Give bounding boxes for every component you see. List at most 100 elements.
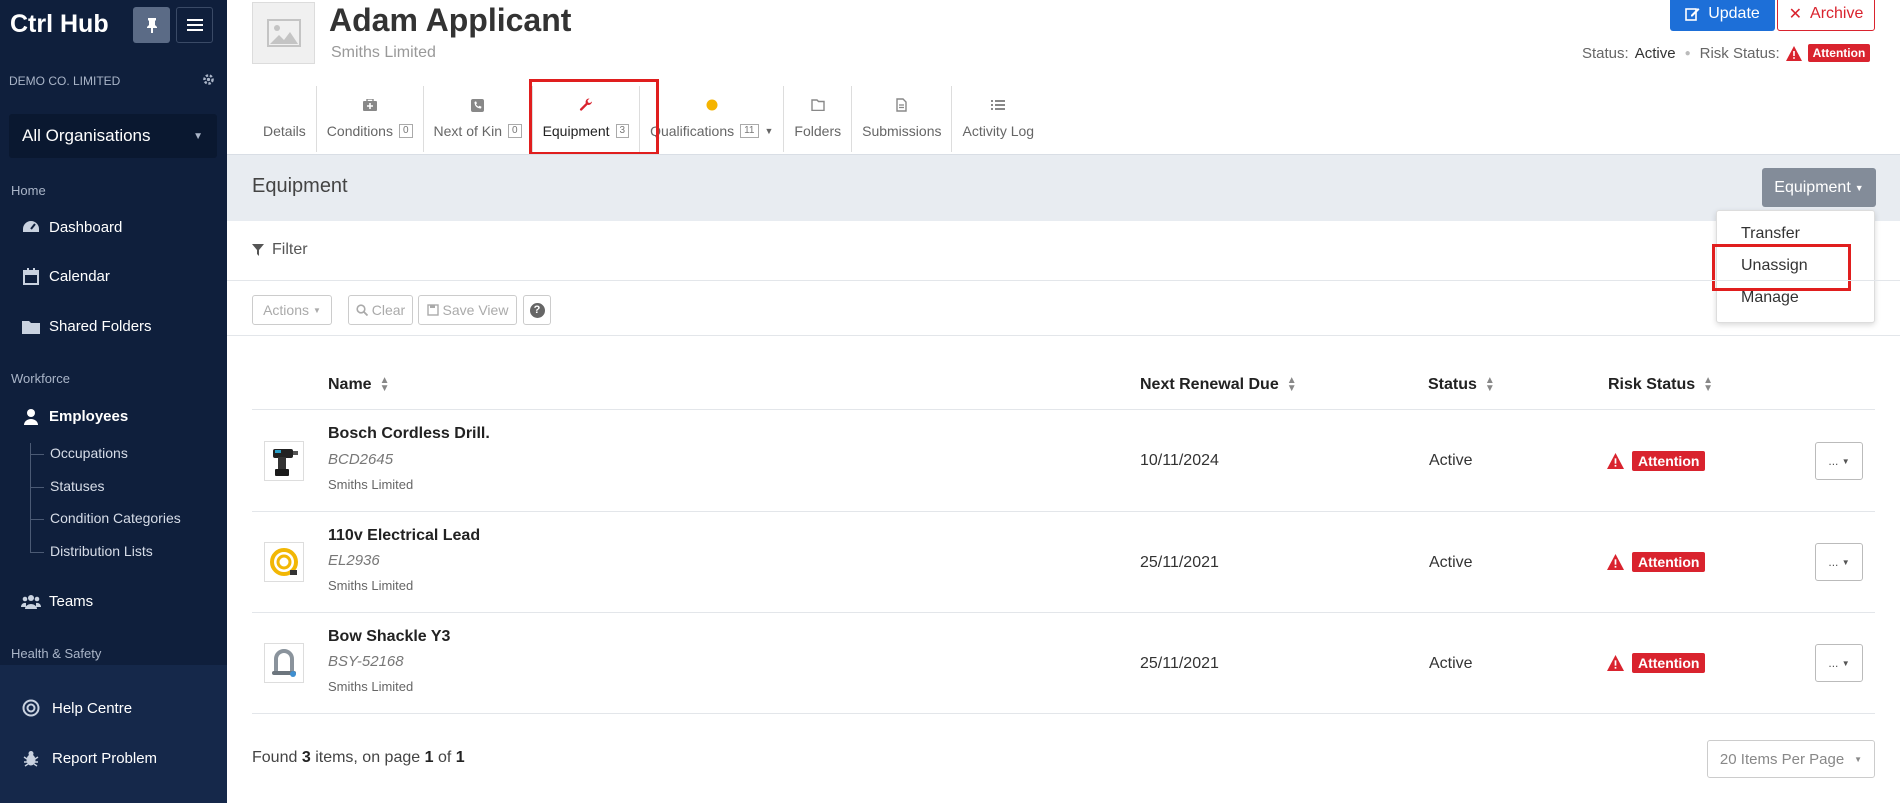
organisation-select[interactable]: All Organisations ▼ [9, 114, 217, 158]
image-placeholder-icon [266, 19, 301, 47]
caret-down-icon: ▼ [1841, 557, 1850, 567]
nav-statuses[interactable]: Statuses [50, 478, 104, 494]
folder-icon [20, 317, 42, 335]
clear-button[interactable]: Clear [348, 295, 413, 325]
status-label: Status: [1582, 44, 1629, 62]
equipment-code: BCD2645 [328, 451, 394, 468]
equipment-thumbnail[interactable] [264, 542, 304, 582]
pin-icon [146, 18, 157, 33]
equipment-thumbnail[interactable] [264, 441, 304, 481]
tree-tick [30, 552, 44, 553]
equipment-company: Smiths Limited [328, 477, 414, 492]
menu-item-manage[interactable]: Manage [1741, 289, 1799, 307]
section-header-band [227, 154, 1900, 221]
menu-item-transfer[interactable]: Transfer [1741, 225, 1800, 243]
cable-reel-icon [270, 548, 298, 576]
equipment-thumbnail[interactable] [264, 643, 304, 683]
tab-folders[interactable]: Folders [783, 86, 851, 152]
org-settings-gear-icon[interactable] [202, 73, 215, 91]
update-button-label: Update [1708, 4, 1760, 22]
sort-icon: ▲ ▼ [1286, 375, 1297, 394]
tab-activity-log[interactable]: Activity Log [951, 86, 1044, 152]
tab-qualifications[interactable]: Qualifications 11 ▼ [639, 86, 783, 152]
risk-status: Attention [1607, 653, 1706, 673]
count-badge: 0 [398, 124, 413, 138]
nav-help-centre[interactable]: Help Centre [20, 699, 132, 717]
filter-label: Filter [272, 241, 308, 258]
brand-logo[interactable]: Ctrl Hub [10, 10, 109, 39]
status-value: Active [1429, 452, 1473, 469]
sort-icon: ▲ ▼ [1703, 375, 1714, 394]
warning-icon [1785, 45, 1802, 61]
row-actions-button[interactable]: ... ▼ [1815, 644, 1863, 682]
help-button[interactable]: ? [523, 295, 551, 325]
nav-shared-folders-label: Shared Folders [49, 317, 152, 335]
count-badge: 0 [508, 124, 522, 138]
shackle-icon [272, 649, 296, 677]
nav-help-centre-label: Help Centre [52, 699, 133, 717]
chevron-down-icon: ▼ [193, 130, 203, 142]
update-button[interactable]: Update [1670, 0, 1775, 31]
tree-tick [30, 487, 44, 488]
nav-teams[interactable]: Teams [20, 592, 93, 610]
section-title: Equipment [252, 175, 348, 197]
warning-icon [1607, 554, 1624, 570]
menu-item-unassign[interactable]: Unassign [1741, 257, 1808, 275]
section-label-health-safety: Health & Safety [11, 646, 102, 661]
tab-details[interactable]: Details [253, 86, 316, 152]
column-header-next-renewal-due[interactable]: Next Renewal Due ▲ ▼ [1140, 376, 1297, 394]
nav-dashboard[interactable]: Dashboard [20, 218, 122, 236]
column-header-name[interactable]: Name ▲ ▼ [328, 376, 389, 394]
status-value: Active [1429, 655, 1473, 672]
nav-employees[interactable]: Employees [20, 407, 128, 425]
renewal-date: 10/11/2024 [1140, 452, 1219, 469]
pin-button[interactable] [133, 7, 170, 43]
section-label-workforce: Workforce [11, 371, 70, 386]
tab-submissions[interactable]: Submissions [851, 86, 951, 152]
document-icon [896, 94, 907, 116]
table-row-divider [252, 511, 1875, 512]
help-icon: ? [529, 302, 545, 318]
nav-calendar[interactable]: Calendar [20, 267, 110, 285]
equipment-dropdown-button[interactable]: Equipment ▼ [1762, 168, 1876, 207]
tab-label: Submissions [862, 123, 942, 139]
actions-button[interactable]: Actions ▼ [252, 295, 332, 325]
renewal-date: 25/11/2021 [1140, 554, 1219, 571]
save-view-button[interactable]: Save View [418, 295, 517, 325]
tab-next-of-kin[interactable]: Next of Kin 0 [422, 86, 532, 152]
avatar [252, 2, 315, 64]
tab-label: Qualifications [650, 123, 735, 139]
chevron-down-icon[interactable]: ▼ [765, 126, 774, 136]
filter-toggle[interactable]: Filter [252, 241, 308, 259]
column-header-risk-status[interactable]: Risk Status ▲ ▼ [1608, 376, 1713, 394]
nav-shared-folders[interactable]: Shared Folders [20, 317, 152, 335]
archive-button[interactable]: ✕ Archive [1777, 0, 1875, 31]
menu-toggle-button[interactable] [176, 7, 213, 43]
row-actions-button[interactable]: ... ▼ [1815, 543, 1863, 581]
nav-distribution-lists[interactable]: Distribution Lists [50, 543, 153, 559]
row-actions-button[interactable]: ... ▼ [1815, 442, 1863, 480]
equipment-name[interactable]: Bow Shackle Y3 [328, 628, 450, 646]
risk-status: Attention [1607, 451, 1706, 471]
results-summary: Found 3 items, on page 1 of 1 [252, 749, 465, 766]
equipment-name[interactable]: 110v Electrical Lead [328, 527, 480, 545]
tab-label: Activity Log [962, 123, 1035, 139]
items-per-page-select[interactable]: 20 Items Per Page ▼ [1707, 740, 1875, 778]
divider [227, 335, 1900, 336]
risk-status-label: Risk Status: [1699, 44, 1780, 62]
folder-icon [811, 94, 825, 116]
medkit-icon [362, 94, 377, 116]
save-view-label: Save View [442, 302, 509, 318]
tab-label: Details [263, 123, 306, 139]
status-badge: Attention [1632, 653, 1706, 673]
nav-report-problem[interactable]: Report Problem [20, 749, 157, 767]
equipment-name[interactable]: Bosch Cordless Drill. [328, 425, 490, 443]
tab-equipment[interactable]: Equipment 3 [531, 86, 640, 152]
tab-conditions[interactable]: Conditions 0 [315, 86, 423, 152]
actions-label: Actions [263, 302, 309, 318]
nav-condition-categories[interactable]: Condition Categories [50, 510, 181, 526]
column-header-status[interactable]: Status ▲ ▼ [1428, 376, 1495, 394]
sidebar-footer [0, 665, 227, 803]
nav-occupations[interactable]: Occupations [50, 445, 128, 461]
sort-icon: ▲ ▼ [379, 375, 390, 394]
